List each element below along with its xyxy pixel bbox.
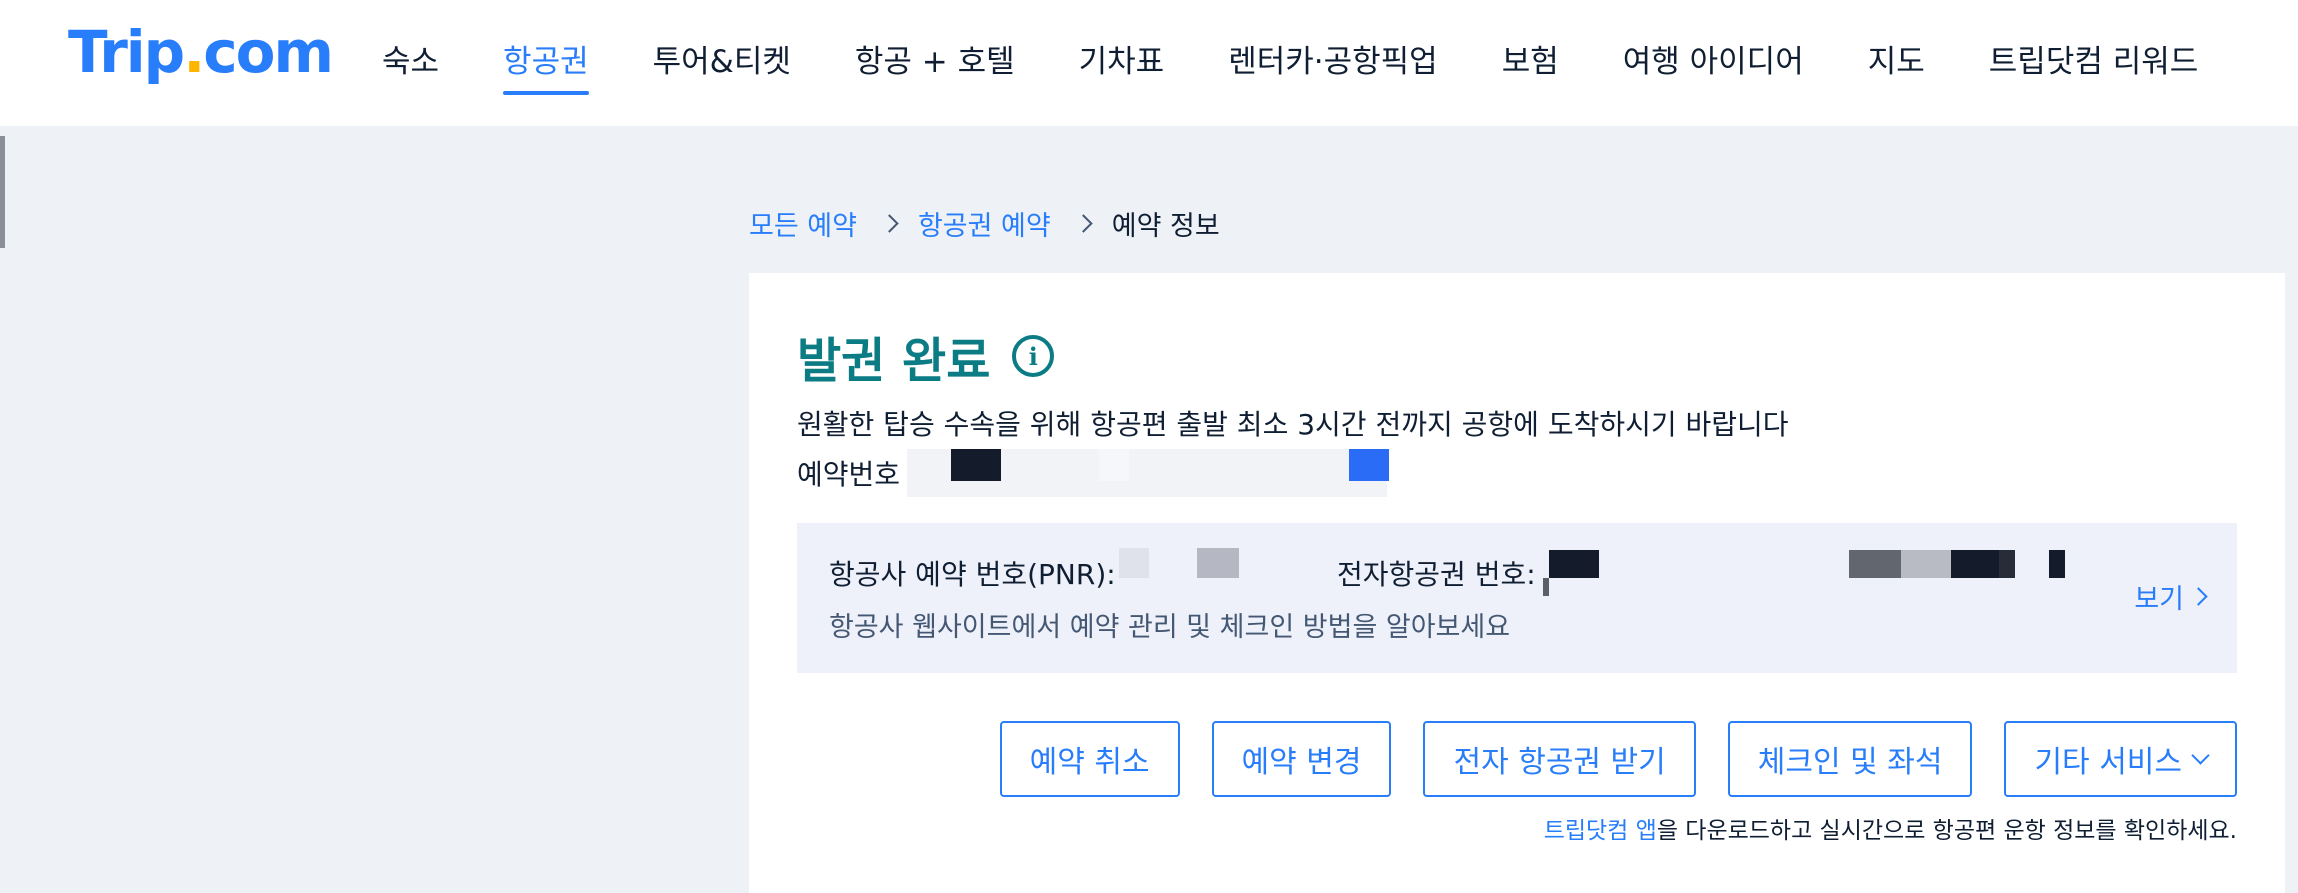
status-header: 발권 완료 i: [797, 321, 1055, 391]
manage-booking-hint: 항공사 웹사이트에서 예약 관리 및 체크인 방법을 알아보세요: [829, 612, 1511, 643]
change-booking-button[interactable]: 예약 변경: [1211, 721, 1392, 797]
nav-item-insurance[interactable]: 보험: [1502, 36, 1559, 95]
logo-main-text: Trip: [68, 18, 185, 86]
pnr-panel: 항공사 예약 번호(PNR): 전자항공권 번호: 항공사 웹사이트에서 예약 …: [797, 523, 2237, 673]
chevron-right-icon: [2189, 587, 2208, 606]
action-buttons: 예약 취소 예약 변경 전자 항공권 받기 체크인 및 좌석 기타 서비스: [968, 721, 2237, 797]
cancel-booking-button[interactable]: 예약 취소: [999, 721, 1180, 797]
other-services-label: 기타 서비스: [2034, 745, 2182, 780]
redacted-eticket: [1901, 550, 1951, 578]
nav-item-rewards[interactable]: 트립닷컴 리워드: [1989, 36, 2199, 95]
nav-item-tours-tickets[interactable]: 투어&티켓: [653, 36, 791, 95]
nav-item-map[interactable]: 지도: [1868, 36, 1925, 95]
redacted-block: [951, 449, 1001, 481]
nav-item-flight-hotel[interactable]: 항공 + 호텔: [855, 36, 1015, 95]
view-link[interactable]: 보기: [2134, 577, 2208, 616]
pnr-label: 항공사 예약 번호(PNR):: [829, 558, 1116, 591]
app-download-link[interactable]: 트립닷컴 앱: [1544, 818, 1657, 844]
status-title: 발권 완료: [797, 333, 991, 389]
redacted-eticket: [1549, 550, 1599, 578]
booking-detail-card: 발권 완료 i 원활한 탑승 수속을 위해 항공편 출발 최소 3시간 전까지 …: [749, 273, 2285, 893]
breadcrumb-all-bookings[interactable]: 모든 예약: [749, 204, 857, 243]
nav-item-travel-ideas[interactable]: 여행 아이디어: [1623, 36, 1804, 95]
pnr-line: 항공사 예약 번호(PNR):: [829, 553, 1116, 593]
main-nav: 숙소 항공권 투어&티켓 항공 + 호텔 기차표 렌터카·공항픽업 보험 여행 …: [382, 36, 2198, 95]
breadcrumb-flight-bookings[interactable]: 항공권 예약: [918, 204, 1051, 243]
app-download-text: 을 다운로드하고 실시간으로 항공편 운항 정보를 확인하세요.: [1656, 818, 2237, 844]
checkin-seat-button[interactable]: 체크인 및 좌석: [1727, 721, 1973, 797]
redacted-pnr: [1119, 548, 1149, 578]
booking-number-label: 예약번호: [797, 458, 901, 491]
breadcrumb: 모든 예약 항공권 예약 예약 정보: [749, 204, 1220, 243]
chevron-down-icon: [2191, 745, 2210, 765]
info-icon[interactable]: i: [1012, 335, 1055, 377]
top-navigation-bar: Trip.com 숙소 항공권 투어&티켓 항공 + 호텔 기차표 렌터카·공항…: [0, 0, 2298, 126]
nav-item-trains[interactable]: 기차표: [1079, 36, 1165, 95]
redacted-eticket: [1543, 578, 1549, 596]
redacted-eticket: [1999, 550, 2015, 578]
get-eticket-button[interactable]: 전자 항공권 받기: [1423, 721, 1696, 797]
nav-item-hotels[interactable]: 숙소: [382, 36, 439, 95]
breadcrumb-current: 예약 정보: [1111, 211, 1220, 242]
chevron-right-icon: [1074, 214, 1093, 233]
window-edge-scrollbar[interactable]: [0, 136, 5, 248]
logo-tail-text: com: [203, 18, 334, 86]
redacted-eticket: [1951, 550, 2001, 578]
redacted-block: [1099, 449, 1129, 481]
logo-dot: .: [183, 18, 205, 86]
booking-number-row: 예약번호: [797, 453, 900, 493]
redacted-eticket: [1849, 550, 1901, 578]
chevron-right-icon: [880, 214, 899, 233]
other-services-button[interactable]: 기타 서비스: [2004, 721, 2237, 797]
nav-item-car-rental[interactable]: 렌터카·공항픽업: [1228, 36, 1438, 95]
redacted-block: [1349, 449, 1389, 481]
nav-item-flights[interactable]: 항공권: [503, 36, 589, 95]
app-download-note: 트립닷컴 앱을 다운로드하고 실시간으로 항공편 운항 정보를 확인하세요.: [1544, 811, 2237, 845]
trip-com-logo[interactable]: Trip.com: [68, 18, 334, 86]
eticket-number-label: 전자항공권 번호:: [1337, 558, 1536, 591]
redacted-pnr: [1197, 548, 1239, 578]
arrival-notice: 원활한 탑승 수속을 위해 항공편 출발 최소 3시간 전까지 공항에 도착하시…: [797, 408, 1789, 441]
view-link-label: 보기: [2134, 584, 2184, 615]
redacted-eticket: [2049, 550, 2065, 578]
